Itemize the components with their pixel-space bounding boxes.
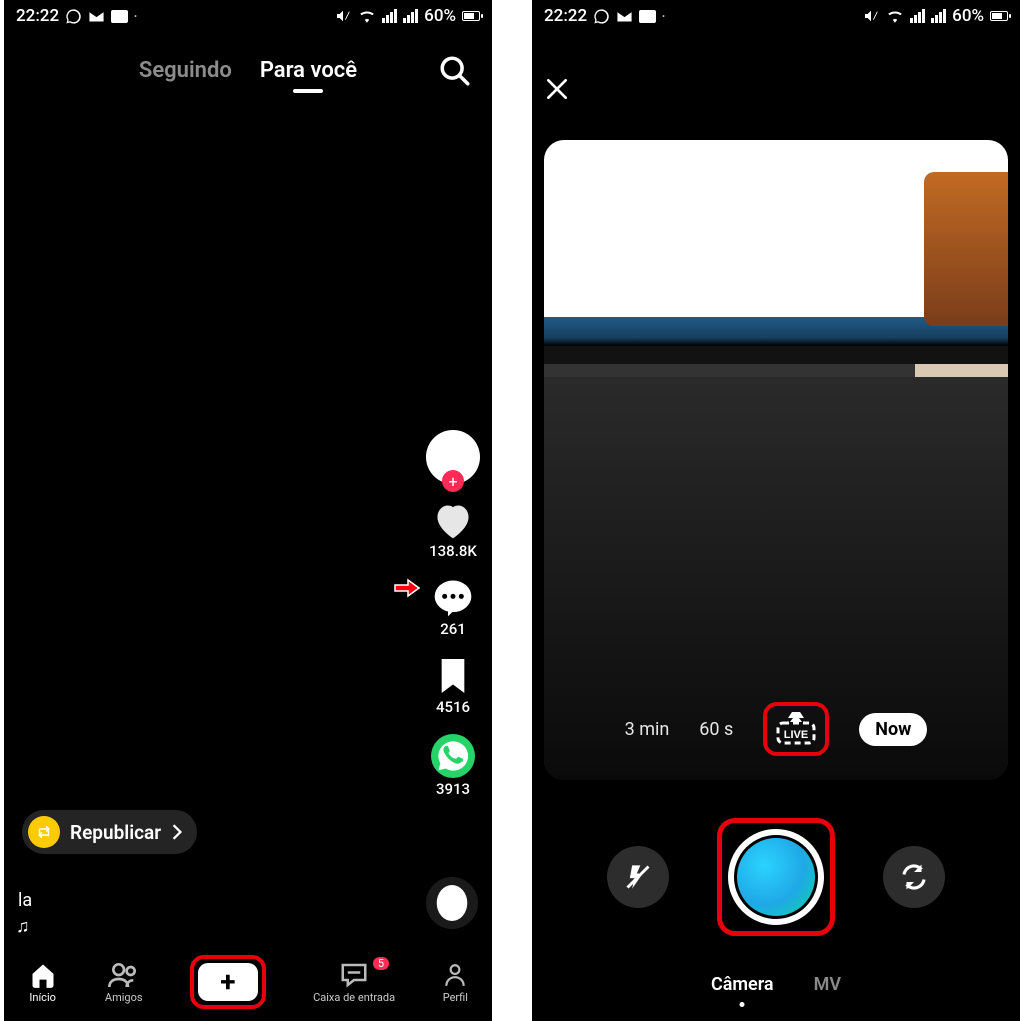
music-row[interactable]: ♫ [16,916,30,937]
status-bar-2: 22:22 • 60% [532,0,1020,32]
status-bar: 22:22 • 60% [4,0,492,32]
mode-camera[interactable]: Câmera [711,974,774,995]
record-button[interactable] [728,829,824,925]
whatsapp-icon [65,8,82,25]
like-button[interactable]: 138.8K [429,502,477,560]
nav-friends[interactable]: Amigos [105,961,143,1004]
dot-icon: • [662,12,665,21]
live-highlight: LIVE [763,702,829,756]
phone-feed: 22:22 • 60% [4,0,492,1021]
nav-home-label: Início [29,991,56,1004]
tab-following[interactable]: Seguindo [139,58,232,83]
mute-icon [862,8,880,24]
signal2-icon [931,9,946,23]
dot-icon: • [134,12,137,21]
inbox-badge: 5 [373,957,389,970]
camera-mode-row: Câmera MV [532,974,1020,995]
creator-avatar[interactable] [426,430,480,484]
nav-create[interactable]: + [198,963,258,1001]
comment-button[interactable]: 261 [432,578,474,638]
nav-inbox-label: Caixa de entrada [313,991,395,1004]
bottom-nav: Início Amigos + 5 Caixa de entrada Perfi… [4,943,492,1021]
mute-icon [334,8,352,24]
battery-label-2: 60% [952,6,984,26]
nav-friends-label: Amigos [105,991,143,1004]
close-button[interactable] [544,76,570,102]
status-time-2: 22:22 [544,6,587,26]
battery-icon [990,11,1008,21]
comment-count: 261 [440,620,466,638]
wifi-icon [358,9,376,23]
duration-row: 3 min 60 s LIVE Now [544,702,1008,756]
whatsapp-icon [593,8,610,25]
nav-profile[interactable]: Perfil [442,961,468,1004]
save-button[interactable]: 4516 [436,656,470,716]
app-icon [639,10,656,23]
sound-disc[interactable] [426,877,478,929]
create-highlight: + [190,955,266,1009]
battery-label: 60% [424,6,456,26]
wifi-icon [886,9,904,23]
search-button[interactable] [438,54,472,88]
like-pointer-arrow-icon [394,578,420,598]
chevron-right-icon [171,824,183,840]
like-count: 138.8K [429,542,477,560]
app-icon [111,10,128,23]
tab-for-you[interactable]: Para você [260,58,357,83]
duration-now[interactable]: Now [859,713,927,746]
nav-home[interactable]: Início [28,961,58,1004]
status-time: 22:22 [16,6,59,26]
repost-label: Republicar [70,821,161,844]
flash-button[interactable] [607,846,669,908]
phone-camera: 22:22 • 60% [532,0,1020,1021]
gmail-icon [88,10,105,23]
share-count: 3913 [436,780,470,798]
duration-3min[interactable]: 3 min [625,719,670,740]
signal-icon [382,9,397,23]
gmail-icon [616,10,633,23]
flip-camera-button[interactable] [883,846,945,908]
mode-mv[interactable]: MV [814,974,841,995]
signal2-icon [403,9,418,23]
save-count: 4516 [436,698,470,716]
battery-icon [462,11,480,21]
nav-profile-label: Perfil [443,991,468,1004]
camera-controls [532,818,1020,936]
duration-live[interactable]: LIVE [775,712,817,746]
nav-inbox[interactable]: 5 Caixa de entrada [313,961,395,1004]
scene-pillow [924,172,1008,326]
video-caption: la [18,890,32,911]
feed-tabs: Seguindo Para você [4,58,492,83]
action-rail: 138.8K 261 4516 3913 [426,430,480,798]
repost-button[interactable]: Republicar [22,810,197,854]
signal-icon [910,9,925,23]
share-button[interactable]: 3913 [431,734,475,798]
camera-viewfinder[interactable]: 3 min 60 s LIVE Now [544,140,1008,780]
duration-60s[interactable]: 60 s [699,719,733,740]
record-inner [737,838,815,916]
svg-text:LIVE: LIVE [784,729,808,741]
repost-icon [28,816,60,848]
record-highlight [717,818,835,936]
